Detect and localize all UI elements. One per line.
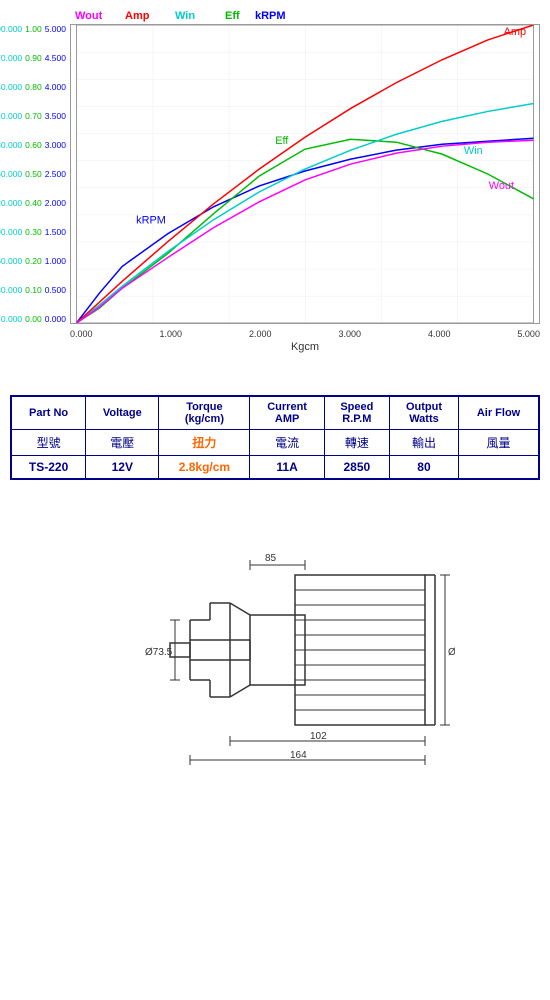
d2-label: Ø139	[448, 647, 455, 658]
w1-label: 85	[265, 553, 277, 564]
motor-diagram: Ø73.5 Ø139 85 102 164	[95, 515, 455, 795]
win-curve-label: Win	[464, 145, 483, 157]
zh-torque: 扭力	[159, 430, 250, 456]
eff-curve-label: Eff	[275, 135, 289, 147]
th-part-no: Part No	[11, 396, 86, 430]
zh-current: 電流	[250, 430, 324, 456]
krpm-y0: 5.000	[45, 24, 66, 34]
x-axis-label: Kgcm	[291, 341, 319, 353]
cell-current: 11A	[250, 456, 324, 480]
th-airflow: Air Flow	[459, 396, 539, 430]
x-tick-4: 4.000	[428, 329, 451, 339]
wout-curve-label: Wout	[489, 180, 514, 192]
x-tick-0: 0.000	[70, 329, 93, 339]
x-tick-3: 3.000	[338, 329, 361, 339]
zh-output: 輸出	[389, 430, 458, 456]
th-current: Current AMP	[250, 396, 324, 430]
specs-table: Part No Voltage Torque (kg/cm) Current A…	[10, 395, 540, 480]
win-y0: 300.000	[0, 24, 22, 34]
table-zh-header-row: 型號 電壓 扭力 電流 轉速 輸出 風量	[11, 430, 539, 456]
cell-voltage: 12V	[86, 456, 159, 480]
table-header-row: Part No Voltage Torque (kg/cm) Current A…	[11, 396, 539, 430]
table-section: Part No Voltage Torque (kg/cm) Current A…	[0, 380, 550, 495]
table-row: TS-220 12V 2.8kg/cm 11A 2850 80	[11, 456, 539, 480]
krpm-curve-label: kRPM	[136, 215, 166, 227]
diagram-section: Ø73.5 Ø139 85 102 164	[0, 495, 550, 815]
d1-label: Ø73.5	[145, 647, 173, 658]
cell-part-no: TS-220	[11, 456, 86, 480]
th-voltage: Voltage	[86, 396, 159, 430]
krpm-header: kRPM	[255, 10, 286, 22]
cell-airflow	[459, 456, 539, 480]
w2-label: 102	[310, 731, 327, 742]
th-output: Output Watts	[389, 396, 458, 430]
performance-chart: kRPM Eff Win Amp Wout	[70, 24, 540, 324]
cell-speed: 2850	[324, 456, 389, 480]
cell-torque: 2.8kg/cm	[159, 456, 250, 480]
zh-speed: 轉速	[324, 430, 389, 456]
cell-output: 80	[389, 456, 458, 480]
chart-section: Wout Amp Win Eff kRPM 200.000 20.000 300…	[0, 0, 550, 380]
th-speed: Speed R.P.M	[324, 396, 389, 430]
amp-header: Amp	[125, 10, 175, 22]
zh-voltage: 電壓	[86, 430, 159, 456]
w3-label: 164	[290, 750, 307, 761]
x-tick-5: 5.000	[517, 329, 540, 339]
wout-header: Wout	[75, 10, 125, 22]
eff-y0: 1.00	[25, 24, 42, 34]
zh-part-no: 型號	[11, 430, 86, 456]
eff-header: Eff	[225, 10, 255, 22]
amp-curve-label: Amp	[504, 26, 526, 38]
th-torque: Torque (kg/cm)	[159, 396, 250, 430]
win-header: Win	[175, 10, 225, 22]
x-tick-2: 2.000	[249, 329, 272, 339]
zh-airflow: 風量	[459, 430, 539, 456]
x-tick-1: 1.000	[159, 329, 182, 339]
